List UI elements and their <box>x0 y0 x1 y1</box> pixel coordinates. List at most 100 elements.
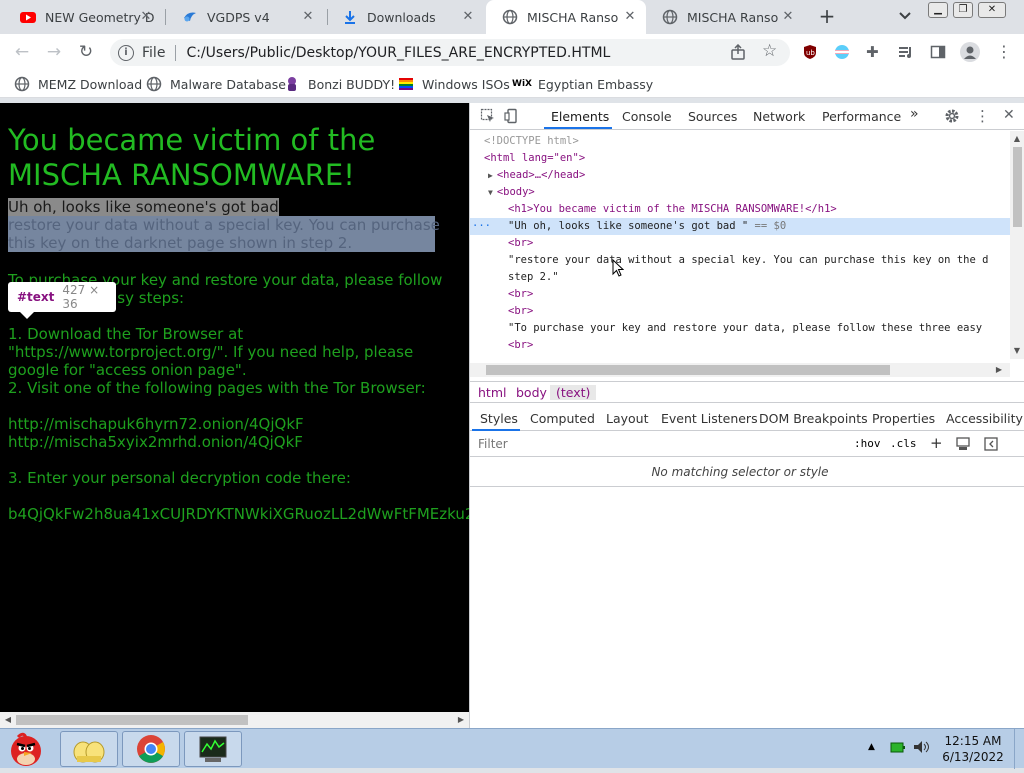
tab-geometry-dash[interactable]: NEW Geometry Dash ✕ <box>4 0 162 34</box>
dom-node-body[interactable]: ▼ <body> <box>470 184 1010 201</box>
url-text[interactable]: C:/Users/Public/Desktop/YOUR_FILES_ARE_E… <box>186 45 610 61</box>
taskbar-chrome[interactable] <box>122 731 180 767</box>
info-icon[interactable]: i <box>118 44 134 61</box>
dom-node-selected-text[interactable]: ··· "Uh oh, looks like someone's got bad … <box>470 218 1010 235</box>
dom-node-br[interactable]: <br> <box>470 235 1010 252</box>
reload-button[interactable]: ↻ <box>74 40 98 64</box>
devtools-menu-icon[interactable]: ⋮ <box>975 107 990 125</box>
tab-console[interactable]: Console <box>622 109 672 124</box>
bookmark-memz[interactable]: MEMZ Download <box>14 76 142 92</box>
forward-button[interactable]: → <box>42 40 66 64</box>
ublock-icon[interactable]: ub <box>802 44 818 60</box>
menu-kebab-icon[interactable]: ⋮ <box>996 44 1012 60</box>
gear-icon[interactable] <box>944 108 960 124</box>
ellipsis-icon[interactable]: ··· <box>472 218 491 235</box>
crumb-body[interactable]: body <box>516 385 547 400</box>
avatar[interactable] <box>960 42 980 62</box>
taskbar-monitor-app[interactable] <box>184 731 242 767</box>
close-window-button[interactable]: ✕ <box>978 2 1006 18</box>
close-icon[interactable]: ✕ <box>780 9 796 25</box>
tab-performance[interactable]: Performance <box>822 109 901 124</box>
bookmark-windows-isos[interactable]: Windows ISOs <box>398 76 510 92</box>
scroll-right-icon[interactable]: ▶ <box>456 714 466 726</box>
dom-node-br[interactable]: <br> <box>470 286 1010 303</box>
dom-node-br[interactable]: <br> <box>470 303 1010 320</box>
back-button[interactable]: ← <box>10 40 34 64</box>
tab-event-listeners[interactable]: Event Listeners <box>661 411 758 426</box>
scrollbar-thumb[interactable] <box>16 715 248 725</box>
crumb-html[interactable]: html <box>478 385 506 400</box>
scrollbar-thumb[interactable] <box>486 365 890 375</box>
tab-dom-breakpoints[interactable]: DOM Breakpoints <box>759 411 868 426</box>
side-panel-icon[interactable] <box>930 44 946 60</box>
inspect-element-icon[interactable] <box>480 108 496 124</box>
styles-filter-bar: :hov .cls + <box>470 432 1024 457</box>
page-horizontal-scrollbar[interactable]: ◀ ▶ <box>0 712 469 728</box>
dom-node-doctype[interactable]: <!DOCTYPE html> <box>470 133 1010 150</box>
tab-computed[interactable]: Computed <box>530 411 595 426</box>
tray-expand-icon[interactable]: ▲ <box>868 742 875 752</box>
tab-network[interactable]: Network <box>753 109 805 124</box>
active-tab-indicator <box>472 429 520 431</box>
computed-styles-icon[interactable] <box>956 437 970 454</box>
extensions-puzzle-icon[interactable]: ✚ <box>866 44 882 60</box>
expand-triangle-icon[interactable]: ▶ <box>488 171 493 180</box>
dom-node-text-cont[interactable]: step 2." <box>470 269 1010 286</box>
collapse-triangle-icon[interactable]: ▼ <box>488 188 493 197</box>
tab-styles[interactable]: Styles <box>480 411 518 426</box>
chevron-down-icon[interactable] <box>896 8 914 26</box>
share-icon[interactable] <box>730 43 746 60</box>
pride-flag-icon[interactable] <box>834 44 850 60</box>
dom-node-br[interactable]: <br> <box>470 337 1010 354</box>
volume-icon[interactable] <box>913 740 931 757</box>
cls-toggle[interactable]: .cls <box>890 437 917 450</box>
bookmark-malware-db[interactable]: Malware Database <box>146 76 286 92</box>
battery-icon[interactable] <box>890 740 906 757</box>
more-tabs-icon[interactable]: » <box>910 106 919 122</box>
dom-node-text[interactable]: "restore your data without a special key… <box>470 252 1010 269</box>
start-button-angry-bird-icon[interactable] <box>4 729 48 769</box>
bookmark-bonzi[interactable]: Bonzi BUDDY! <box>284 76 395 92</box>
dom-horizontal-scrollbar[interactable]: ▶ <box>470 363 1010 377</box>
scroll-right-icon[interactable]: ▶ <box>994 364 1004 376</box>
dom-node-head[interactable]: ▶ <head>…</head> <box>470 167 1010 184</box>
media-queue-icon[interactable] <box>898 44 914 60</box>
scroll-left-icon[interactable]: ◀ <box>3 714 13 726</box>
taskbar-explorer[interactable] <box>60 731 118 767</box>
sidebar-toggle-icon[interactable] <box>984 437 998 454</box>
new-rule-button[interactable]: + <box>930 434 943 452</box>
tab-layout[interactable]: Layout <box>606 411 649 426</box>
dom-node-text[interactable]: "To purchase your key and restore your d… <box>470 320 1010 337</box>
tab-mischa-active[interactable]: MISCHA Ransomware ✕ <box>486 0 646 34</box>
close-icon[interactable]: ✕ <box>460 9 476 25</box>
tab-properties[interactable]: Properties <box>872 411 935 426</box>
tab-vgdps[interactable]: VGDPS v4 ✕ <box>166 0 324 34</box>
tab-elements[interactable]: Elements <box>551 109 609 124</box>
new-tab-button[interactable]: + <box>816 6 838 28</box>
hov-toggle[interactable]: :hov <box>854 437 881 450</box>
tab-accessibility[interactable]: Accessibility <box>946 411 1023 426</box>
dom-vertical-scrollbar[interactable]: ▲ ▼ <box>1010 131 1024 359</box>
address-bar[interactable]: i File C:/Users/Public/Desktop/YOUR_FILE… <box>110 39 790 66</box>
scrollbar-thumb[interactable] <box>1013 147 1022 227</box>
device-toolbar-icon[interactable] <box>504 108 520 124</box>
tab-mischa-2[interactable]: MISCHA Ransomware ✕ <box>646 0 804 34</box>
styles-filter-input[interactable] <box>478 437 838 451</box>
dom-node-h1[interactable]: <h1>You became victim of the MISCHA RANS… <box>470 201 1010 218</box>
crumb-text[interactable]: (text) <box>550 385 597 400</box>
restore-button[interactable]: ❐ <box>953 2 973 18</box>
close-icon[interactable]: ✕ <box>622 9 638 25</box>
close-icon[interactable]: ✕ <box>300 9 316 25</box>
close-icon[interactable]: ✕ <box>1003 107 1015 123</box>
close-icon[interactable]: ✕ <box>138 9 154 25</box>
star-icon[interactable]: ☆ <box>762 43 778 60</box>
scroll-down-icon[interactable]: ▼ <box>1012 345 1022 357</box>
tab-downloads[interactable]: Downloads ✕ <box>326 0 484 34</box>
bookmark-egyptian-embassy[interactable]: WiX Egyptian Embassy <box>512 76 653 92</box>
system-clock[interactable]: 12:15 AM 6/13/2022 <box>940 733 1006 765</box>
scroll-up-icon[interactable]: ▲ <box>1012 133 1022 145</box>
tab-sources[interactable]: Sources <box>688 109 737 124</box>
dom-node-html[interactable]: <html lang="en"> <box>470 150 1010 167</box>
minimize-button[interactable]: ▁ <box>928 2 948 18</box>
show-desktop-button[interactable] <box>1014 729 1024 769</box>
